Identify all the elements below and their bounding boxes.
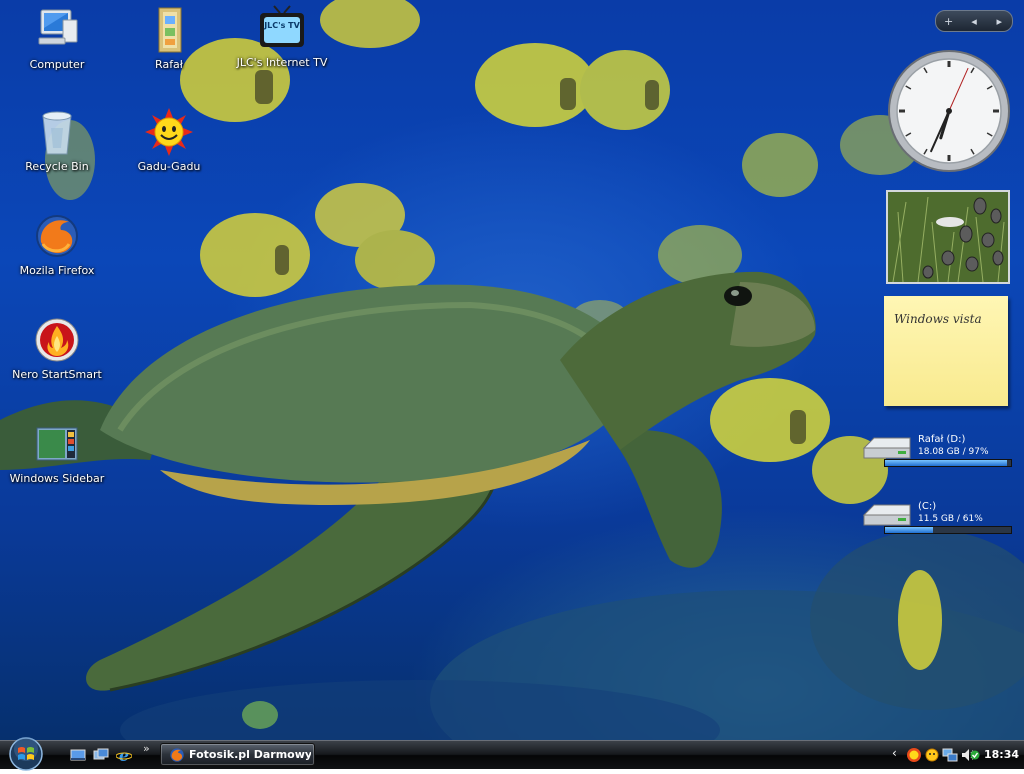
show-desktop-icon[interactable] xyxy=(70,747,86,763)
previous-page-button[interactable]: ◂ xyxy=(964,15,984,28)
drive-usage-fill xyxy=(885,527,933,533)
slideshow-gadget[interactable] xyxy=(886,190,1010,284)
desktop-icon-label: Gadu-Gadu xyxy=(137,160,201,173)
desktop-icon-label: Computer xyxy=(29,58,85,71)
drive-name: (C:) xyxy=(918,501,937,512)
tv-icon-text: JLC's TV xyxy=(263,21,300,30)
slideshow-photo xyxy=(888,192,1008,282)
sidebar-controls: + ◂ ▸ xyxy=(935,10,1013,32)
drive-usage-bar xyxy=(884,459,1012,467)
firefox-icon xyxy=(33,212,81,260)
system-clock[interactable]: 18:34 xyxy=(984,748,1019,761)
sun-smiley-icon xyxy=(145,108,193,156)
hard-drive-icon xyxy=(862,437,911,459)
add-gadget-button[interactable]: + xyxy=(939,15,959,28)
desktop-icon-user-folder[interactable]: Rafał xyxy=(119,6,219,72)
taskbar: e » Fotosik.pl Darmowy ... ‹ 18:34 xyxy=(0,737,1024,771)
desktop-icon-label: Mozila Firefox xyxy=(19,264,95,277)
gadu-gadu-tray-icon[interactable] xyxy=(924,747,940,763)
network-icon[interactable] xyxy=(942,747,958,763)
desktop-icon-firefox[interactable]: Mozila Firefox xyxy=(7,212,107,278)
internet-explorer-icon[interactable]: e xyxy=(115,746,133,765)
drive-usage: 18.08 GB / 97% xyxy=(918,447,989,457)
svg-text:e: e xyxy=(119,747,129,763)
notification-area: ‹ 18:34 xyxy=(890,741,1024,769)
desktop-icon-label: Rafał xyxy=(155,58,183,71)
desktop-icon-label: Nero StartSmart xyxy=(12,368,102,381)
sun-tray-icon[interactable] xyxy=(906,747,922,763)
switch-windows-icon[interactable] xyxy=(93,747,109,763)
drive-usage-fill xyxy=(885,460,1008,466)
computer-icon xyxy=(33,6,81,54)
taskbar-window-title: Fotosik.pl Darmowy ... xyxy=(189,748,311,761)
hard-drive-icon xyxy=(862,504,911,526)
drive-meter-c[interactable]: (C:) 11.5 GB / 61% xyxy=(858,497,1012,537)
firefox-icon xyxy=(170,748,184,762)
drive-name: Rafał (D:) xyxy=(918,434,966,445)
desktop-icon-label: JLC's Internet TV xyxy=(236,56,328,69)
drive-usage: 11.5 GB / 61% xyxy=(918,514,983,524)
security-icon[interactable] xyxy=(970,750,980,760)
desktop-icon-recycle-bin[interactable]: Recycle Bin xyxy=(7,108,107,174)
desktop-icon-windows-sidebar[interactable]: Windows Sidebar xyxy=(7,420,107,486)
desktop-icon-gadu-gadu[interactable]: Gadu-Gadu xyxy=(119,108,219,174)
note-text[interactable]: Windows vista xyxy=(894,312,982,326)
clock-gadget[interactable] xyxy=(886,48,1012,174)
next-page-button[interactable]: ▸ xyxy=(989,15,1009,28)
start-button[interactable] xyxy=(6,737,46,771)
desktop-icon-computer[interactable]: Computer xyxy=(7,6,107,72)
tv-icon: JLC's TV xyxy=(258,4,306,52)
nero-icon xyxy=(33,316,81,364)
windows-sidebar-icon xyxy=(33,420,81,468)
drive-usage-bar xyxy=(884,526,1012,534)
quick-launch-overflow-button[interactable]: » xyxy=(143,742,150,755)
desktop-icon-label: Recycle Bin xyxy=(25,160,89,173)
show-hidden-icons-button[interactable]: ‹ xyxy=(892,746,897,760)
recycle-bin-icon xyxy=(33,108,81,156)
notes-gadget[interactable]: Windows vista xyxy=(884,296,1008,406)
drive-meter-d[interactable]: Rafał (D:) 18.08 GB / 97% xyxy=(858,430,1012,470)
windows-logo-icon xyxy=(9,737,43,771)
desktop-icon-internet-tv[interactable]: JLC's TV JLC's Internet TV xyxy=(232,4,332,70)
taskbar-window-button[interactable]: Fotosik.pl Darmowy ... xyxy=(160,743,315,766)
desktop-icon-label: Windows Sidebar xyxy=(9,472,105,485)
desktop-icon-nero[interactable]: Nero StartSmart xyxy=(7,316,107,382)
user-folder-icon xyxy=(145,6,193,54)
